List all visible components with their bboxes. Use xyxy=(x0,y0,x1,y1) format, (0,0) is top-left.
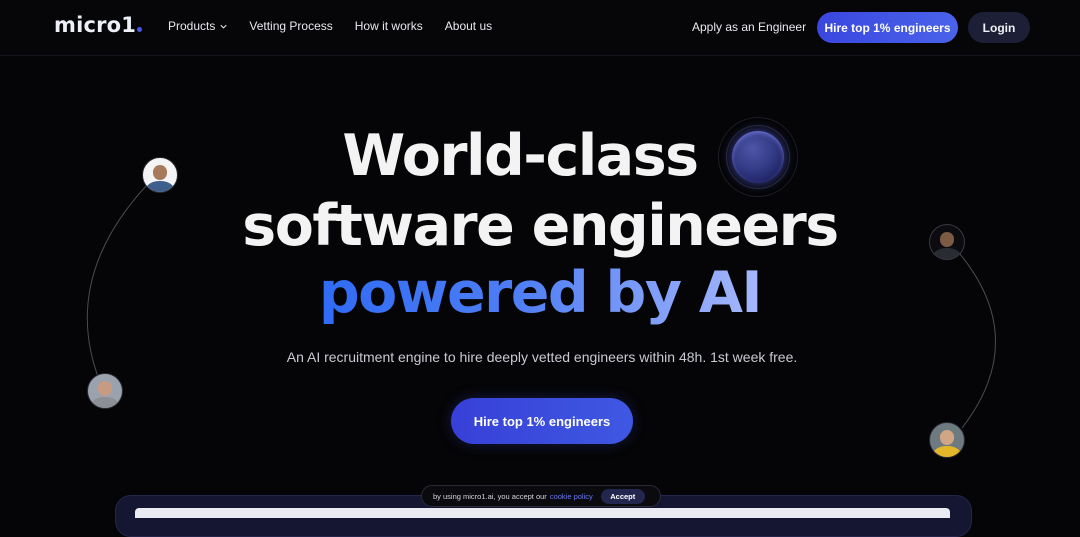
hero-headline-line1: World-class xyxy=(342,123,699,189)
cookie-accept-button[interactable]: Accept xyxy=(600,488,645,504)
hero-headline-gradient-text: powered by AI xyxy=(318,260,763,326)
hire-engineers-cta-button[interactable]: Hire top 1% engineers xyxy=(451,398,633,444)
product-preview-screen xyxy=(135,508,950,518)
avatar-face xyxy=(97,381,113,397)
cookie-text: by using micro1.ai, you accept our xyxy=(433,491,547,501)
engineer-avatar-bottom-right xyxy=(929,422,965,458)
hero-subtitle: An AI recruitment engine to hire deeply … xyxy=(286,349,798,365)
avatar-body xyxy=(91,397,119,408)
hero-headline-line3: powered by AI xyxy=(0,265,1080,322)
hero-headline-line2: software engineers xyxy=(242,193,839,259)
avatar-face xyxy=(939,430,955,446)
engineer-avatar-bottom-left xyxy=(87,373,123,409)
avatar-body xyxy=(933,446,961,457)
cookie-policy-link[interactable]: cookie policy xyxy=(550,492,593,501)
cookie-banner: by using micro1.ai, you accept our cooki… xyxy=(421,485,661,507)
